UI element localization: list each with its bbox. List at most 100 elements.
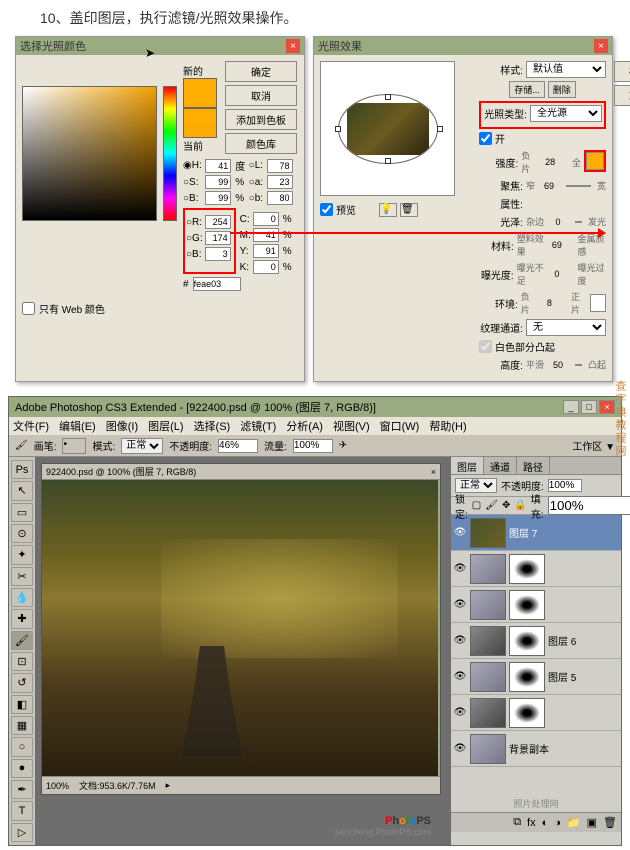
mask-thumbnail[interactable] xyxy=(509,662,545,692)
stamp-tool[interactable]: ⊡ xyxy=(11,652,33,671)
menu-analysis[interactable]: 分析(A) xyxy=(286,418,323,434)
menu-help[interactable]: 帮助(H) xyxy=(429,418,466,434)
tab-layers[interactable]: 图层 xyxy=(451,457,484,474)
layer-opacity-input[interactable] xyxy=(548,479,582,492)
layer-thumbnail[interactable] xyxy=(470,626,506,656)
flow-input[interactable] xyxy=(293,439,333,453)
layer-row[interactable]: 👁 图层 5 xyxy=(451,659,621,695)
layer-row[interactable]: 👁 xyxy=(451,695,621,731)
workspace-menu[interactable]: 工作区 ▼ xyxy=(572,438,615,453)
menu-image[interactable]: 图像(I) xyxy=(106,418,138,434)
layer-row[interactable]: 👁 xyxy=(451,551,621,587)
h-radio[interactable]: ◉H: xyxy=(183,160,203,171)
brush-tool[interactable]: 🖌 xyxy=(11,631,33,650)
pen-tool[interactable]: ✒ xyxy=(11,780,33,799)
ambience-color-chip[interactable] xyxy=(590,294,606,312)
tab-channels[interactable]: 通道 xyxy=(484,457,517,474)
close-icon[interactable]: × xyxy=(594,39,608,53)
light-handle[interactable] xyxy=(437,126,443,132)
tab-paths[interactable]: 路径 xyxy=(517,457,550,474)
brush-tool-icon[interactable]: 🖌 xyxy=(15,440,28,451)
close-icon[interactable]: × xyxy=(286,39,300,53)
h-input[interactable] xyxy=(205,159,231,173)
style-select[interactable]: 默认值 xyxy=(526,61,606,78)
trash-icon[interactable]: 🗑 xyxy=(603,816,617,829)
folder-icon[interactable]: 📁 xyxy=(567,816,581,829)
m-input[interactable] xyxy=(253,228,279,242)
lock-all-icon[interactable]: 🔒 xyxy=(514,500,526,511)
light-handle[interactable] xyxy=(335,126,341,132)
layer-name[interactable]: 背景副本 xyxy=(509,741,619,756)
light-handle[interactable] xyxy=(385,158,391,164)
ok-button[interactable]: 确定 xyxy=(614,61,630,82)
new-layer-icon[interactable]: ▣ xyxy=(587,816,597,829)
crop-tool[interactable]: ✂ xyxy=(11,567,33,586)
menu-view[interactable]: 视图(V) xyxy=(333,418,370,434)
layer-thumbnail[interactable] xyxy=(470,662,506,692)
lock-position-icon[interactable]: ✥ xyxy=(502,500,510,511)
doc-close-icon[interactable]: × xyxy=(431,467,436,477)
brush-preset[interactable]: • xyxy=(62,438,86,454)
layer-thumbnail[interactable] xyxy=(470,734,506,764)
web-only-checkbox[interactable] xyxy=(22,302,35,315)
light-type-select[interactable]: 全光源 xyxy=(530,105,602,122)
history-brush-tool[interactable]: ↺ xyxy=(11,673,33,692)
link-icon[interactable]: ⧉ xyxy=(513,816,521,829)
mask-thumbnail[interactable] xyxy=(509,698,545,728)
mask-icon[interactable]: ◐ xyxy=(542,817,549,829)
layer-thumbnail[interactable] xyxy=(470,590,506,620)
focus-slider[interactable] xyxy=(566,185,591,187)
menu-layer[interactable]: 图层(L) xyxy=(148,418,183,434)
status-arrow-icon[interactable]: ▸ xyxy=(166,780,171,791)
bc-radio[interactable]: ○B: xyxy=(186,249,203,260)
lasso-tool[interactable]: ⊙ xyxy=(11,524,33,543)
light-add-icon[interactable]: 💡 xyxy=(379,203,397,217)
ps-logo-icon[interactable]: Ps xyxy=(11,460,33,479)
path-tool[interactable]: ▷ xyxy=(11,823,33,842)
trash-icon[interactable]: 🗑 xyxy=(400,203,418,217)
menu-window[interactable]: 窗口(W) xyxy=(380,418,420,434)
fx-icon[interactable]: fx xyxy=(527,817,536,829)
texture-select[interactable]: 无 xyxy=(526,319,606,336)
on-checkbox[interactable] xyxy=(479,132,492,145)
save-button[interactable]: 存储... xyxy=(509,81,545,98)
menu-filter[interactable]: 滤镜(T) xyxy=(240,418,276,434)
r-radio[interactable]: ○R: xyxy=(186,217,203,228)
b-input[interactable] xyxy=(267,191,293,205)
visibility-icon[interactable]: 👁 xyxy=(453,598,467,612)
g-radio[interactable]: ○G: xyxy=(186,233,203,244)
k-input[interactable] xyxy=(253,260,279,274)
eyedropper-tool[interactable]: 💧 xyxy=(11,588,33,607)
color-field[interactable] xyxy=(22,86,157,221)
lighting-preview[interactable] xyxy=(320,61,455,196)
l-radio[interactable]: ○L: xyxy=(249,160,265,171)
delete-button[interactable]: 删除 xyxy=(548,81,576,98)
c-input[interactable] xyxy=(253,212,279,226)
lock-pixels-icon[interactable]: 🖌 xyxy=(485,500,498,511)
layer-thumbnail[interactable] xyxy=(470,518,506,548)
s-input[interactable] xyxy=(205,175,231,189)
marquee-tool[interactable]: ▭ xyxy=(11,503,33,522)
visibility-icon[interactable]: 👁 xyxy=(453,706,467,720)
menu-edit[interactable]: 编辑(E) xyxy=(59,418,96,434)
layers-list[interactable]: 👁 图层 7 👁 👁 xyxy=(451,515,621,795)
hex-input[interactable] xyxy=(193,277,241,291)
b-radio[interactable]: ○b: xyxy=(249,193,265,204)
menu-file[interactable]: 文件(F) xyxy=(13,418,49,434)
layer-name[interactable]: 图层 5 xyxy=(548,669,619,684)
y-input[interactable] xyxy=(253,244,279,258)
color-library-button[interactable]: 颜色库 xyxy=(225,133,297,154)
cancel-button[interactable]: 取消 xyxy=(225,85,297,106)
move-tool[interactable]: ↖ xyxy=(11,481,33,500)
blur-tool[interactable]: ○ xyxy=(11,737,33,756)
mask-thumbnail[interactable] xyxy=(509,590,545,620)
opacity-input[interactable] xyxy=(218,439,258,453)
lock-transparent-icon[interactable]: ▢ xyxy=(472,500,481,511)
minimize-button[interactable]: _ xyxy=(563,400,579,414)
maximize-button[interactable]: □ xyxy=(581,400,597,414)
light-color-chip[interactable] xyxy=(586,152,604,170)
s-radio[interactable]: ○S: xyxy=(183,177,203,188)
visibility-icon[interactable]: 👁 xyxy=(453,562,467,576)
mask-thumbnail[interactable] xyxy=(509,626,545,656)
gradient-tool[interactable]: ▦ xyxy=(11,716,33,735)
